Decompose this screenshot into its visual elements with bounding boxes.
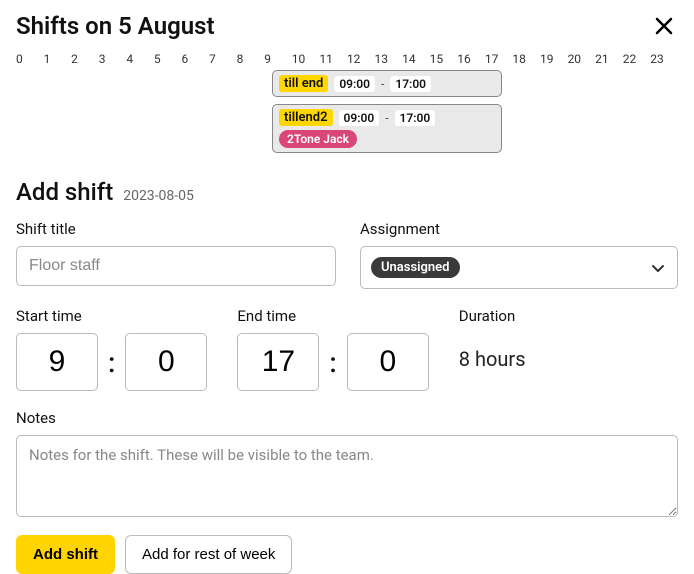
time-colon: : [108,346,115,379]
end-min-input[interactable] [347,333,429,391]
start-time-group: Start time : [16,307,207,391]
timeline-scale: 01234567891011121314151617181920212223 [16,52,678,70]
time-dash: - [385,111,388,125]
timeline-hour: 22 [623,52,651,66]
close-icon [654,16,674,36]
timeline-hour: 6 [181,52,209,66]
timeline-hour: 14 [402,52,430,66]
assignment-select[interactable]: Unassigned [360,246,678,289]
timeline-hour: 13 [375,52,403,66]
timeline-hour: 4 [126,52,154,66]
timeline: 01234567891011121314151617181920212223 t… [16,52,678,160]
timeline-hour: 0 [16,52,44,66]
timeline-hour: 7 [209,52,237,66]
duration-value: 8 hours [459,333,526,371]
timeline-hour: 3 [99,52,127,66]
timeline-body: till end09:00-17:00tillend209:00-17:002T… [16,70,678,160]
timeline-hour: 20 [568,52,596,66]
add-rest-week-button[interactable]: Add for rest of week [125,535,292,574]
start-time-label: Start time [16,307,207,325]
assignment-label: Assignment [360,220,678,238]
section-date: 2023-08-05 [123,188,194,204]
chevron-down-icon [649,259,667,277]
time-colon: : [329,346,336,379]
timeline-hour: 10 [292,52,320,66]
dialog-header: Shifts on 5 August [16,12,678,40]
timeline-hour: 15 [430,52,458,66]
timeline-hour: 16 [457,52,485,66]
shift-title-field: Shift title [16,220,336,289]
shift-end-time: 17:00 [395,110,436,126]
shift-bar[interactable]: tillend2 09:00-17:00 2Tone Jack [272,104,502,153]
shift-end-time: 17:00 [390,76,431,92]
close-button[interactable] [650,12,678,40]
add-shift-button[interactable]: Add shift [16,535,115,574]
timeline-hour: 23 [650,52,678,66]
duration-label: Duration [459,307,526,325]
timeline-hour: 2 [71,52,99,66]
dialog-title: Shifts on 5 August [16,12,215,40]
shift-assignee: 2Tone Jack [279,130,357,148]
timeline-hour: 5 [154,52,182,66]
shift-bar[interactable]: till end 09:00-17:00 [272,70,502,97]
timeline-hour: 8 [237,52,265,66]
shift-title-label: Shift title [16,220,336,238]
actions-row: Add shift Add for rest of week [16,535,678,574]
section-header: Add shift 2023-08-05 [16,178,678,206]
timeline-hour: 19 [540,52,568,66]
timeline-hour: 21 [595,52,623,66]
start-hour-input[interactable] [16,333,98,391]
timeline-hour: 11 [319,52,347,66]
end-time-label: End time [237,307,428,325]
notes-field: Notes [16,409,678,517]
shift-title-input[interactable] [16,246,336,286]
shift-label: tillend2 [279,109,333,126]
section-title: Add shift [16,178,113,206]
timeline-hour: 17 [485,52,513,66]
shift-label: till end [279,75,328,92]
timeline-hour: 1 [44,52,72,66]
time-dash: - [381,77,384,91]
end-hour-input[interactable] [237,333,319,391]
duration-group: Duration 8 hours [459,307,526,371]
timeline-hour: 18 [512,52,540,66]
assignment-field: Assignment Unassigned [360,220,678,289]
end-time-group: End time : [237,307,428,391]
timeline-hour: 9 [264,52,292,66]
start-min-input[interactable] [125,333,207,391]
assignment-value: Unassigned [371,257,460,278]
notes-input[interactable] [16,435,678,517]
timeline-hour: 12 [347,52,375,66]
notes-label: Notes [16,409,678,427]
shift-start-time: 09:00 [334,76,375,92]
shift-start-time: 09:00 [339,110,380,126]
